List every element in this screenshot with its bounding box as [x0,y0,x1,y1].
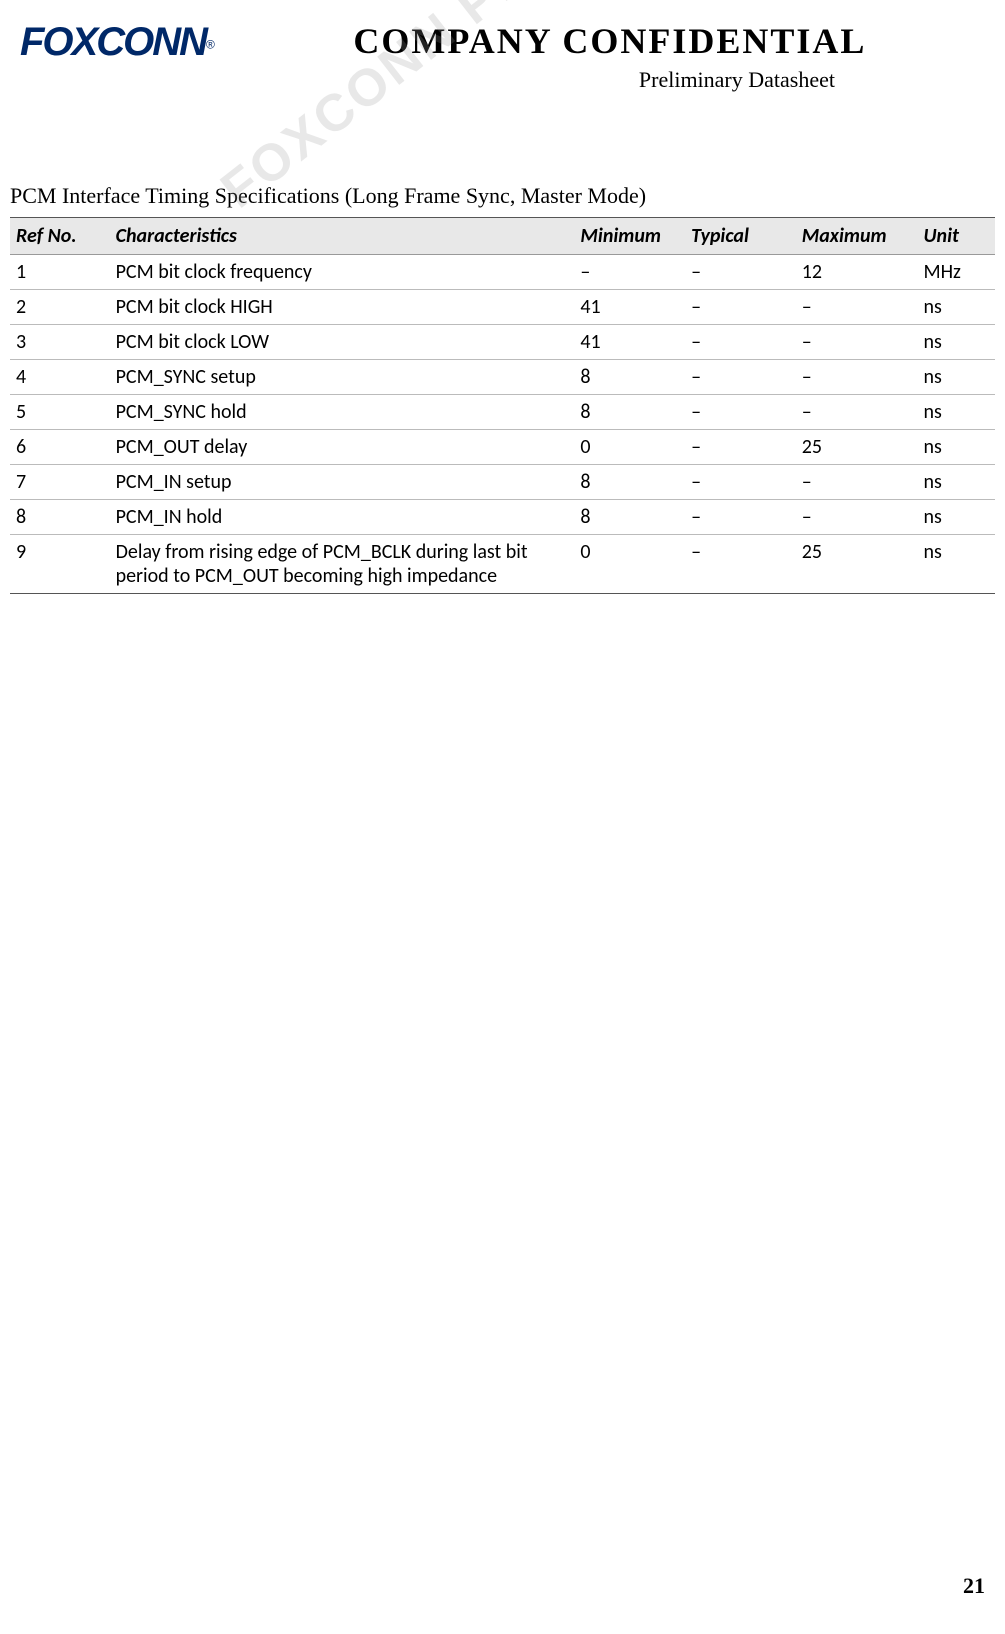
document-header: FOXCONN® COMPANY CONFIDENTIAL Preliminar… [0,0,1005,93]
cell-ref: 1 [10,255,110,290]
title-sub: Preliminary Datasheet [235,67,985,93]
cell-typ: – [685,360,796,395]
foxconn-logo: FOXCONN® [20,20,215,65]
table-row: 7PCM_IN setup8––ns [10,465,995,500]
cell-unit: ns [918,535,996,594]
cell-unit: ns [918,430,996,465]
cell-ref: 5 [10,395,110,430]
header-ref: Ref No. [10,218,110,255]
cell-ref: 6 [10,430,110,465]
cell-typ: – [685,465,796,500]
cell-max: 12 [796,255,918,290]
cell-ref: 3 [10,325,110,360]
cell-char: PCM bit clock HIGH [110,290,575,325]
cell-typ: – [685,500,796,535]
cell-char: PCM_SYNC hold [110,395,575,430]
cell-typ: – [685,325,796,360]
table-row: 3PCM bit clock LOW41––ns [10,325,995,360]
cell-typ: – [685,395,796,430]
cell-char: PCM bit clock frequency [110,255,575,290]
table-row: 9Delay from rising edge of PCM_BCLK duri… [10,535,995,594]
cell-min: 41 [574,325,685,360]
cell-ref: 9 [10,535,110,594]
cell-char: PCM bit clock LOW [110,325,575,360]
cell-ref: 8 [10,500,110,535]
spec-table: Ref No. Characteristics Minimum Typical … [10,217,995,594]
content-area: FOXCONN PRE… PCM Interface Timing Specif… [0,93,1005,594]
cell-ref: 7 [10,465,110,500]
table-header-row: Ref No. Characteristics Minimum Typical … [10,218,995,255]
cell-typ: – [685,290,796,325]
cell-min: 8 [574,500,685,535]
cell-unit: ns [918,360,996,395]
cell-min: 0 [574,535,685,594]
title-main: COMPANY CONFIDENTIAL [235,20,985,62]
cell-max: – [796,325,918,360]
cell-min: 8 [574,395,685,430]
cell-ref: 2 [10,290,110,325]
cell-max: – [796,290,918,325]
cell-unit: ns [918,500,996,535]
header-typ: Typical [685,218,796,255]
table-row: 6PCM_OUT delay0–25ns [10,430,995,465]
table-row: 8PCM_IN hold8––ns [10,500,995,535]
table-row: 1PCM bit clock frequency––12MHz [10,255,995,290]
cell-ref: 4 [10,360,110,395]
registered-icon: ® [206,38,215,52]
cell-max: – [796,500,918,535]
cell-min: 8 [574,465,685,500]
cell-min: – [574,255,685,290]
cell-char: PCM_OUT delay [110,430,575,465]
page-number: 21 [963,1573,985,1599]
table-row: 2PCM bit clock HIGH41––ns [10,290,995,325]
cell-unit: ns [918,395,996,430]
cell-typ: – [685,430,796,465]
cell-unit: ns [918,290,996,325]
cell-max: – [796,360,918,395]
header-unit: Unit [918,218,996,255]
cell-typ: – [685,535,796,594]
section-title: PCM Interface Timing Specifications (Lon… [10,183,995,209]
logo-text: FOXCONN [20,20,206,64]
header-max: Maximum [796,218,918,255]
cell-char: Delay from rising edge of PCM_BCLK durin… [110,535,575,594]
header-min: Minimum [574,218,685,255]
cell-char: PCM_IN setup [110,465,575,500]
header-text-block: COMPANY CONFIDENTIAL Preliminary Datashe… [235,20,985,93]
table-row: 4PCM_SYNC setup8––ns [10,360,995,395]
cell-max: – [796,465,918,500]
cell-unit: ns [918,325,996,360]
cell-max: 25 [796,535,918,594]
table-row: 5PCM_SYNC hold8––ns [10,395,995,430]
cell-typ: – [685,255,796,290]
header-char: Characteristics [110,218,575,255]
cell-min: 41 [574,290,685,325]
cell-min: 8 [574,360,685,395]
cell-max: 25 [796,430,918,465]
cell-min: 0 [574,430,685,465]
cell-max: – [796,395,918,430]
cell-char: PCM_IN hold [110,500,575,535]
cell-unit: MHz [918,255,996,290]
cell-unit: ns [918,465,996,500]
cell-char: PCM_SYNC setup [110,360,575,395]
